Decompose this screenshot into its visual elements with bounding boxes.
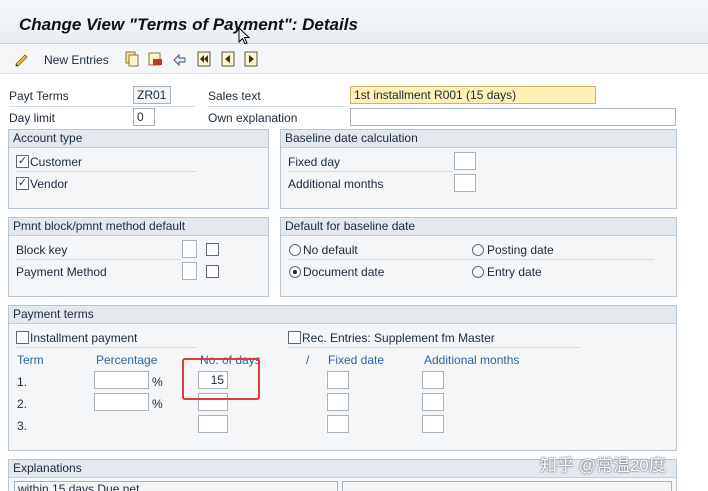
payment-terms-title: Payment terms [9,306,676,324]
separator [288,347,580,348]
slash-column-header: / [306,353,310,367]
percentage-field[interactable] [94,393,149,411]
document-date-radio[interactable] [289,266,301,278]
vendor-checkbox[interactable]: ✓ [16,177,29,190]
percent-sign: % [152,375,163,389]
additional-months-field[interactable] [454,174,476,192]
day-limit-field[interactable]: 0 [133,108,155,126]
explanation-text-field: within 15 days Due net [14,481,338,491]
account-type-title: Account type [9,130,268,148]
account-type-group: Account type [8,129,269,209]
fixed-date-column-header: Fixed date [328,353,385,367]
explanation-text-field-2 [342,481,672,491]
vendor-label: Vendor [30,177,69,191]
entry-date-radio[interactable] [472,266,484,278]
term-label: 3. [17,419,28,433]
payment-method-checkbox[interactable] [206,265,219,278]
display-change-icon[interactable] [14,51,30,67]
payment-block-group: Pmnt block/pmnt method default [8,217,269,297]
customer-label: Customer [30,155,83,169]
additional-months-label: Additional months [288,177,384,191]
document-date-label: Document date [303,265,385,279]
page-title: Change View "Terms of Payment": Details [19,15,358,34]
sales-text-label: Sales text [208,89,261,103]
additional-months-row-field[interactable] [422,415,444,433]
rec-entries-checkbox[interactable] [288,331,301,344]
payment-method-label: Payment Method [16,265,107,279]
term-column-header: Term [17,353,44,367]
payment-method-field[interactable] [182,262,197,280]
additional-months-row-field[interactable] [422,371,444,389]
fixed-day-field[interactable] [454,152,476,170]
own-explanation-label: Own explanation [208,111,298,125]
separator [16,347,196,348]
rec-entries-label: Rec. Entries: Supplement fm Master [302,331,495,345]
separator [208,106,348,107]
term-label: 1. [17,375,28,389]
baseline-date-calculation-group: Baseline date calculation [280,129,677,209]
new-entries-button[interactable]: New Entries [44,53,109,67]
separator [16,171,196,172]
next-page-icon[interactable] [243,51,259,67]
block-key-field[interactable] [182,240,197,258]
block-key-label: Block key [16,243,68,257]
separator [16,259,180,260]
default-baseline-date-title: Default for baseline date [281,218,676,236]
posting-date-radio[interactable] [472,244,484,256]
installment-payment-checkbox[interactable] [16,331,29,344]
installment-payment-label: Installment payment [30,331,138,345]
separator [288,171,452,172]
payt-terms-field[interactable]: ZR01 [133,86,171,104]
fixed-date-field[interactable] [327,393,349,411]
baseline-date-calculation-title: Baseline date calculation [281,130,676,148]
percentage-field[interactable] [94,371,149,389]
default-baseline-date-group: Default for baseline date [280,217,677,297]
separator [9,106,195,107]
posting-date-label: Posting date [487,243,554,257]
fixed-date-field[interactable] [327,371,349,389]
own-explanation-field[interactable] [350,108,676,126]
term-label: 2. [17,397,28,411]
payt-terms-label: Payt Terms [9,89,69,103]
entry-date-label: Entry date [487,265,542,279]
fixed-date-field[interactable] [327,415,349,433]
copy-icon[interactable] [124,51,140,67]
block-key-checkbox[interactable] [206,243,219,256]
customer-checkbox[interactable]: ✓ [16,155,29,168]
no-default-label: No default [303,243,358,257]
additional-months-row-field[interactable] [422,393,444,411]
fixed-day-label: Fixed day [288,155,341,169]
no-default-radio[interactable] [289,244,301,256]
payment-block-title: Pmnt block/pmnt method default [9,218,268,236]
watermark: 知乎 @常温20度 [540,456,666,475]
sales-text-field[interactable]: 1st installment R001 (15 days) [350,86,596,104]
first-page-icon[interactable] [196,51,212,67]
no-of-days-field[interactable] [198,415,228,433]
previous-page-icon[interactable] [220,51,236,67]
separator [288,259,654,260]
day-limit-label: Day limit [9,111,56,125]
delete-icon[interactable] [147,51,163,67]
percent-sign: % [152,397,163,411]
additional-months-column-header: Additional months [424,353,520,367]
percentage-column-header: Percentage [96,353,158,367]
highlight-annotation [182,358,260,400]
undo-icon[interactable] [171,51,187,67]
